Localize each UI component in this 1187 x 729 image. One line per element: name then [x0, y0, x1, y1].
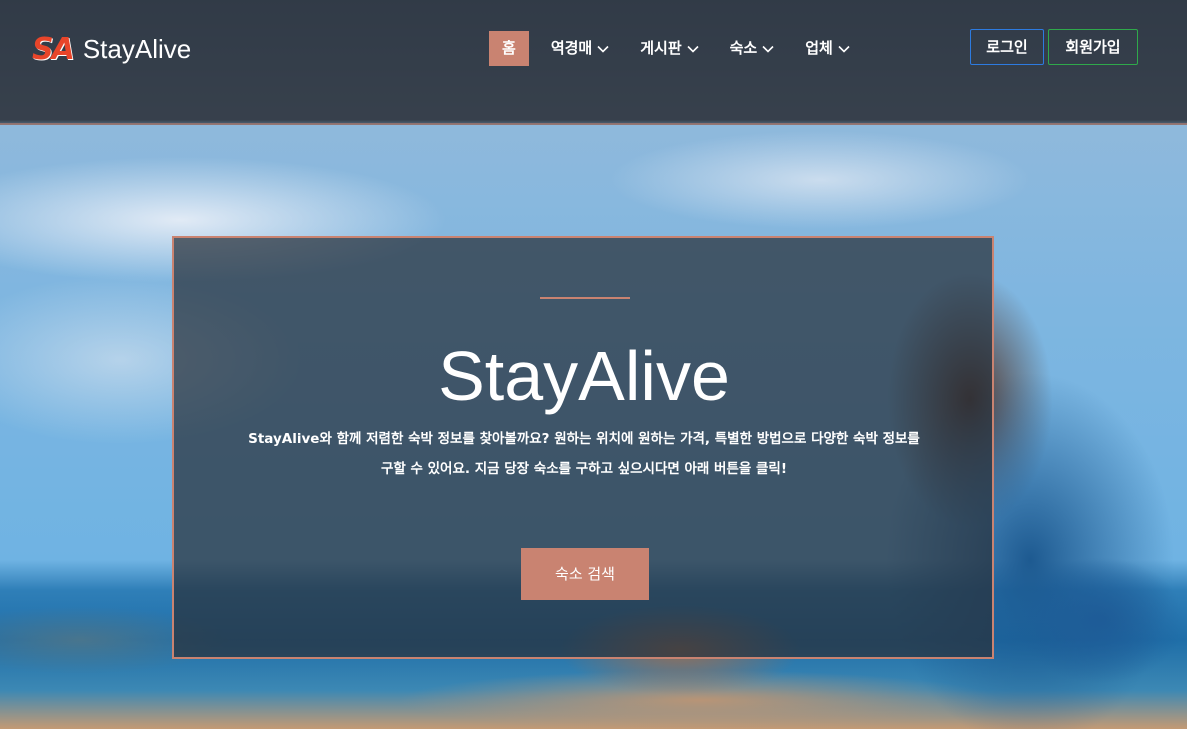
hero-description-line: 구할 수 있어요. 지금 당장 숙소를 구하고 싶으시다면 아래 버튼을 클릭!	[380, 461, 788, 477]
chevron-down-icon	[687, 45, 699, 53]
nav-item-label: 홈	[502, 39, 516, 57]
nav-item-label: 숙소	[729, 39, 758, 57]
logo[interactable]: SA StayAlive	[32, 32, 191, 67]
nav-item-home[interactable]: 홈	[489, 31, 529, 66]
page: SA StayAlive 홈 역경매 게시판 숙소 업체 로그인 회원가입 St…	[0, 0, 1187, 729]
hero-panel: StayAlive StayAlive와 함께 저렴한 숙박 정보를 찾아볼까요…	[172, 236, 994, 659]
chevron-down-icon	[597, 45, 609, 53]
auth-buttons: 로그인 회원가입	[970, 29, 1138, 65]
hero-title: StayAlive	[438, 337, 730, 415]
signup-button[interactable]: 회원가입	[1048, 29, 1138, 65]
nav-item-lodging[interactable]: 숙소	[718, 31, 788, 66]
nav-item-label: 업체	[805, 39, 833, 57]
nav-item-board[interactable]: 게시판	[628, 31, 711, 66]
hero-divider	[540, 297, 630, 299]
nav-item-label: 역경매	[550, 39, 593, 57]
logo-name: StayAlive	[82, 34, 192, 64]
nav-item-business[interactable]: 업체	[793, 31, 863, 66]
logo-mark: SA	[32, 32, 75, 67]
hero-description-line: StayAlive와 함께 저렴한 숙박 정보를 찾아볼까요? 원하는 위치에 …	[248, 431, 920, 447]
top-navbar: SA StayAlive 홈 역경매 게시판 숙소 업체 로그인 회원가입	[0, 0, 1187, 125]
hero-description: StayAlive와 함께 저렴한 숙박 정보를 찾아볼까요? 원하는 위치에 …	[214, 424, 954, 484]
login-button[interactable]: 로그인	[970, 29, 1044, 65]
main-nav: 홈 역경매 게시판 숙소 업체	[489, 31, 869, 66]
nav-item-label: 게시판	[640, 39, 682, 57]
nav-item-reverse-auction[interactable]: 역경매	[539, 31, 622, 66]
chevron-down-icon	[838, 45, 850, 53]
chevron-down-icon	[762, 45, 774, 53]
search-lodging-button[interactable]: 숙소 검색	[521, 548, 649, 600]
